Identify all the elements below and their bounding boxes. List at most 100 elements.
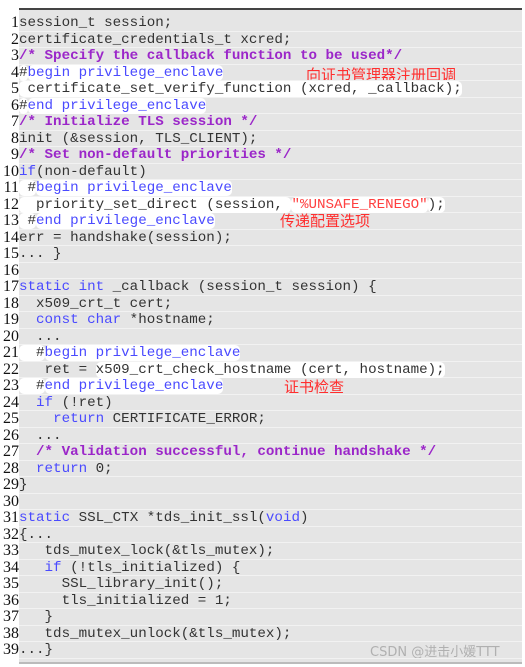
line-number: 8 — [11, 129, 19, 147]
code-text: (non-default) — [36, 163, 147, 180]
code-text: session_t session; — [19, 15, 173, 31]
code-line: #begin privilege_enclave — [19, 180, 522, 197]
line-number: 4 — [11, 63, 19, 81]
code-text: certificate_credentials_t xcred; — [19, 31, 292, 48]
line-number: 38 — [3, 624, 19, 642]
line-number: 35 — [3, 575, 19, 592]
code-keyword: if — [36, 394, 54, 411]
code-keyword: end privilege_enclave — [44, 378, 224, 394]
code-line: } — [19, 477, 522, 494]
code-text: *hostname; — [121, 312, 215, 328]
code-line: err = handshake(session); — [19, 230, 522, 246]
code-line: static int _callback (session_t session)… — [19, 279, 522, 296]
line-number: 32 — [3, 525, 19, 543]
code-keyword: begin privilege_enclave — [36, 180, 232, 196]
code-line: certificate_set_verify_function (xcred, … — [19, 81, 522, 98]
line-number: 15 — [3, 245, 19, 262]
code-line: tds_mutex_unlock(&tls_mutex); — [19, 626, 522, 642]
code-line: {... — [19, 526, 522, 543]
line-number: 18 — [3, 294, 19, 312]
code-text: (!tls_initialized) { — [61, 559, 241, 576]
line-number: 37 — [3, 608, 19, 625]
code-line: const char *hostname; — [19, 312, 522, 329]
code-line — [19, 263, 522, 279]
code-text: ... — [19, 328, 62, 345]
code-text: ret = — [19, 361, 96, 378]
code-keyword: static — [19, 510, 71, 526]
code-keyword: static int — [19, 279, 105, 295]
code-line: x509_crt_t cert; — [19, 295, 522, 312]
code-text: x509_crt_check_hostname (cert, hostname)… — [95, 361, 445, 378]
code-text: } — [19, 477, 28, 493]
line-number: 39 — [3, 641, 19, 658]
line-number: 13 — [3, 212, 19, 229]
line-number: 19 — [3, 311, 19, 328]
code-keyword: end privilege_enclave — [36, 213, 215, 229]
line-number: 3 — [11, 47, 19, 64]
line-number: 25 — [3, 410, 19, 427]
code-text: ...} — [19, 642, 54, 658]
code-string: "%UNSAFE_RENEGO" — [291, 196, 428, 213]
line-number: 5 — [11, 80, 19, 97]
code-line: priority_set_direct (session, "%UNSAFE_R… — [19, 196, 522, 213]
line-number: 14 — [3, 228, 19, 246]
code-line: #end privilege_enclave — [19, 213, 522, 230]
line-number: 1 — [11, 14, 19, 31]
line-number: 22 — [3, 360, 19, 378]
line-number: 34 — [3, 558, 19, 576]
code-text: ) — [299, 510, 309, 526]
code-line: session_t session; — [19, 15, 522, 32]
line-number: 12 — [3, 195, 19, 213]
code-text: ... — [19, 427, 62, 444]
code-line — [19, 494, 522, 510]
code-comment: /* Initialize TLS session */ — [19, 114, 258, 130]
code-line: /* Set non-default priorities */ — [19, 147, 522, 164]
code-line: SSL_library_init(); — [19, 576, 522, 593]
code-keyword: begin privilege_enclave — [44, 345, 241, 361]
code-line: ... — [19, 328, 522, 345]
code-text: {... — [19, 526, 54, 543]
code-text: 0; — [87, 460, 113, 477]
code-line: ... } — [19, 246, 522, 263]
line-number: 20 — [3, 327, 19, 345]
line-number: 16 — [3, 261, 19, 279]
line-number: 10 — [3, 162, 19, 180]
line-number: 6 — [11, 96, 19, 114]
code-line: ... — [19, 427, 522, 444]
line-number: 30 — [3, 492, 19, 510]
code-text: # — [19, 378, 45, 394]
code-line: ret = x509_crt_check_hostname (cert, hos… — [19, 361, 522, 378]
code-keyword: if — [44, 559, 62, 576]
line-number: 21 — [3, 344, 19, 361]
code-line: init (&session, TLS_CLIENT); — [19, 130, 522, 147]
code-text: # — [19, 180, 37, 196]
code-line: return 0; — [19, 460, 522, 477]
code-text: init (&session, TLS_CLIENT); — [19, 130, 258, 147]
code-keyword: end privilege_enclave — [27, 97, 207, 114]
line-number: 2 — [11, 30, 19, 48]
code-line: if(non-default) — [19, 163, 522, 180]
code-line: if (!ret) — [19, 394, 522, 411]
line-number: 28 — [3, 459, 19, 477]
line-number: 27 — [3, 443, 19, 460]
code-text: SSL_CTX *tds_init_ssl( — [70, 510, 266, 526]
code-keyword: void — [265, 510, 300, 526]
line-number: 11 — [3, 179, 19, 196]
line-number: 23 — [3, 377, 19, 394]
code-text: # — [19, 213, 37, 229]
code-line: return CERTIFICATE_ERROR; — [19, 411, 522, 428]
code-keyword: const char — [36, 312, 122, 328]
code-line: /* Initialize TLS session */ — [19, 114, 522, 131]
code-text: tds_mutex_lock(&tls_mutex); — [19, 543, 275, 559]
line-number: 33 — [3, 542, 19, 559]
code-text: # — [19, 97, 28, 114]
code-text: x509_crt_t cert; — [19, 295, 173, 312]
code-line: #begin privilege_enclave — [19, 345, 522, 362]
code-line: tds_mutex_lock(&tls_mutex); — [19, 543, 522, 560]
